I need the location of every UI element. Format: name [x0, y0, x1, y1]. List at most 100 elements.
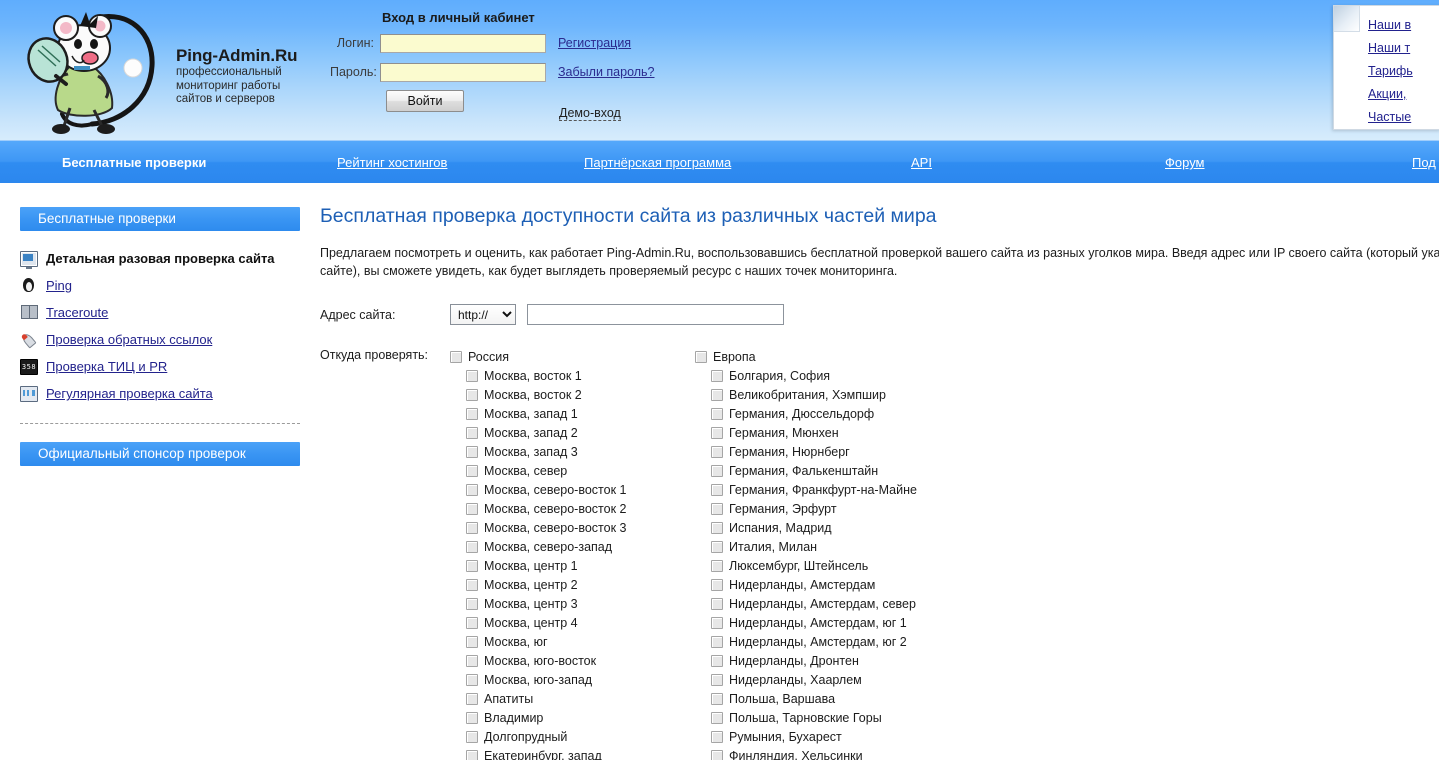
- sidebar-item-label[interactable]: Traceroute: [46, 305, 108, 320]
- region-item[interactable]: Люксембург, Штейнсель: [695, 556, 940, 575]
- region-checkbox[interactable]: [466, 617, 478, 629]
- region-checkbox[interactable]: [466, 731, 478, 743]
- region-item[interactable]: Москва, северо-запад: [450, 537, 695, 556]
- region-item[interactable]: Финляндия, Хельсинки: [695, 746, 940, 760]
- region-item[interactable]: Владимир: [450, 708, 695, 727]
- region-item[interactable]: Долгопрудный: [450, 727, 695, 746]
- region-checkbox[interactable]: [711, 598, 723, 610]
- region-item[interactable]: Москва, центр 2: [450, 575, 695, 594]
- nav-item-free-checks[interactable]: Бесплатные проверки: [62, 141, 206, 184]
- nav-item-support[interactable]: Под: [1412, 141, 1436, 184]
- register-link[interactable]: Регистрация: [558, 36, 631, 50]
- region-item[interactable]: Румыния, Бухарест: [695, 727, 940, 746]
- region-item[interactable]: Нидерланды, Амстердам, юг 1: [695, 613, 940, 632]
- region-item[interactable]: Москва, запад 2: [450, 423, 695, 442]
- region-item[interactable]: Москва, юг: [450, 632, 695, 651]
- region-item[interactable]: Нидерланды, Амстердам, север: [695, 594, 940, 613]
- region-item[interactable]: Болгария, София: [695, 366, 940, 385]
- region-item[interactable]: Москва, юго-запад: [450, 670, 695, 689]
- region-item[interactable]: Германия, Фалькенштайн: [695, 461, 940, 480]
- region-item[interactable]: Испания, Мадрид: [695, 518, 940, 537]
- region-checkbox[interactable]: [466, 674, 478, 686]
- corner-menu-item[interactable]: Наши т: [1368, 37, 1413, 60]
- region-checkbox[interactable]: [711, 712, 723, 724]
- corner-menu-link[interactable]: Наши т: [1368, 41, 1410, 55]
- nav-item-forum[interactable]: Форум: [1165, 141, 1205, 184]
- region-item[interactable]: Москва, центр 4: [450, 613, 695, 632]
- region-checkbox[interactable]: [711, 427, 723, 439]
- region-checkbox[interactable]: [711, 750, 723, 760]
- sidebar-item-regular-check[interactable]: Регулярная проверка сайта: [20, 380, 302, 407]
- region-item[interactable]: Москва, северо-восток 3: [450, 518, 695, 537]
- login-input[interactable]: [380, 34, 546, 53]
- sidebar-item-label[interactable]: Проверка обратных ссылок: [46, 332, 212, 347]
- corner-menu-link[interactable]: Частые: [1368, 110, 1411, 124]
- region-item[interactable]: Екатеринбург, запад: [450, 746, 695, 760]
- region-checkbox[interactable]: [711, 617, 723, 629]
- corner-menu-link[interactable]: Тарифь: [1368, 64, 1413, 78]
- region-item[interactable]: Москва, восток 2: [450, 385, 695, 404]
- region-checkbox[interactable]: [711, 636, 723, 648]
- nav-link[interactable]: Партнёрская программа: [584, 155, 731, 170]
- region-checkbox[interactable]: [466, 389, 478, 401]
- region-item[interactable]: Германия, Франкфурт-на-Майне: [695, 480, 940, 499]
- region-item[interactable]: Нидерланды, Амстердам, юг 2: [695, 632, 940, 651]
- region-item[interactable]: Нидерланды, Дронтен: [695, 651, 940, 670]
- region-checkbox[interactable]: [711, 446, 723, 458]
- region-item[interactable]: Германия, Нюрнберг: [695, 442, 940, 461]
- region-checkbox[interactable]: [466, 598, 478, 610]
- region-checkbox[interactable]: [466, 503, 478, 515]
- sidebar-item-traceroute[interactable]: Traceroute: [20, 299, 302, 326]
- region-group-russia[interactable]: Россия: [450, 347, 695, 366]
- sidebar-item-label[interactable]: Регулярная проверка сайта: [46, 386, 213, 401]
- region-item[interactable]: Москва, центр 1: [450, 556, 695, 575]
- region-checkbox[interactable]: [466, 408, 478, 420]
- nav-link[interactable]: API: [911, 155, 932, 170]
- region-checkbox[interactable]: [711, 655, 723, 667]
- region-item[interactable]: Москва, запад 3: [450, 442, 695, 461]
- region-item[interactable]: Москва, северо-восток 2: [450, 499, 695, 518]
- region-checkbox[interactable]: [466, 750, 478, 760]
- region-checkbox[interactable]: [711, 484, 723, 496]
- region-checkbox[interactable]: [711, 389, 723, 401]
- region-checkbox[interactable]: [466, 427, 478, 439]
- region-checkbox[interactable]: [466, 446, 478, 458]
- region-item[interactable]: Великобритания, Хэмпшир: [695, 385, 940, 404]
- region-checkbox[interactable]: [711, 465, 723, 477]
- region-item[interactable]: Нидерланды, Амстердам: [695, 575, 940, 594]
- region-item[interactable]: Италия, Милан: [695, 537, 940, 556]
- nav-link[interactable]: Под: [1412, 155, 1436, 170]
- region-checkbox[interactable]: [466, 465, 478, 477]
- nav-link[interactable]: Форум: [1165, 155, 1205, 170]
- checkbox-russia[interactable]: [450, 351, 462, 363]
- region-checkbox[interactable]: [466, 370, 478, 382]
- region-checkbox[interactable]: [711, 541, 723, 553]
- protocol-select[interactable]: http:// https://: [450, 304, 516, 325]
- password-input[interactable]: [380, 63, 546, 82]
- sidebar-item-tic-pr[interactable]: 358 Проверка ТИЦ и PR: [20, 353, 302, 380]
- region-checkbox[interactable]: [711, 579, 723, 591]
- corner-menu-link[interactable]: Акции,: [1368, 87, 1406, 101]
- region-checkbox[interactable]: [711, 370, 723, 382]
- region-checkbox[interactable]: [466, 636, 478, 648]
- region-group-europe[interactable]: Европа: [695, 347, 940, 366]
- sidebar-item-label[interactable]: Ping: [46, 278, 72, 293]
- region-item[interactable]: Германия, Эрфурт: [695, 499, 940, 518]
- sidebar-item-label[interactable]: Проверка ТИЦ и PR: [46, 359, 167, 374]
- corner-menu-link[interactable]: Наши в: [1368, 18, 1411, 32]
- region-checkbox[interactable]: [711, 693, 723, 705]
- region-item[interactable]: Польша, Тарновские Горы: [695, 708, 940, 727]
- nav-link[interactable]: Рейтинг хостингов: [337, 155, 447, 170]
- nav-item-api[interactable]: API: [911, 141, 932, 184]
- region-item[interactable]: Москва, запад 1: [450, 404, 695, 423]
- address-input[interactable]: [527, 304, 784, 325]
- sidebar-item-ping[interactable]: Ping: [20, 272, 302, 299]
- region-checkbox[interactable]: [466, 655, 478, 667]
- region-checkbox[interactable]: [711, 503, 723, 515]
- corner-menu-item[interactable]: Наши в: [1368, 14, 1413, 37]
- corner-menu-item[interactable]: Акции,: [1368, 83, 1413, 106]
- region-checkbox[interactable]: [711, 674, 723, 686]
- region-checkbox[interactable]: [466, 579, 478, 591]
- sidebar-item-detailed-check[interactable]: Детальная разовая проверка сайта: [20, 245, 302, 272]
- region-item[interactable]: Германия, Дюссельдорф: [695, 404, 940, 423]
